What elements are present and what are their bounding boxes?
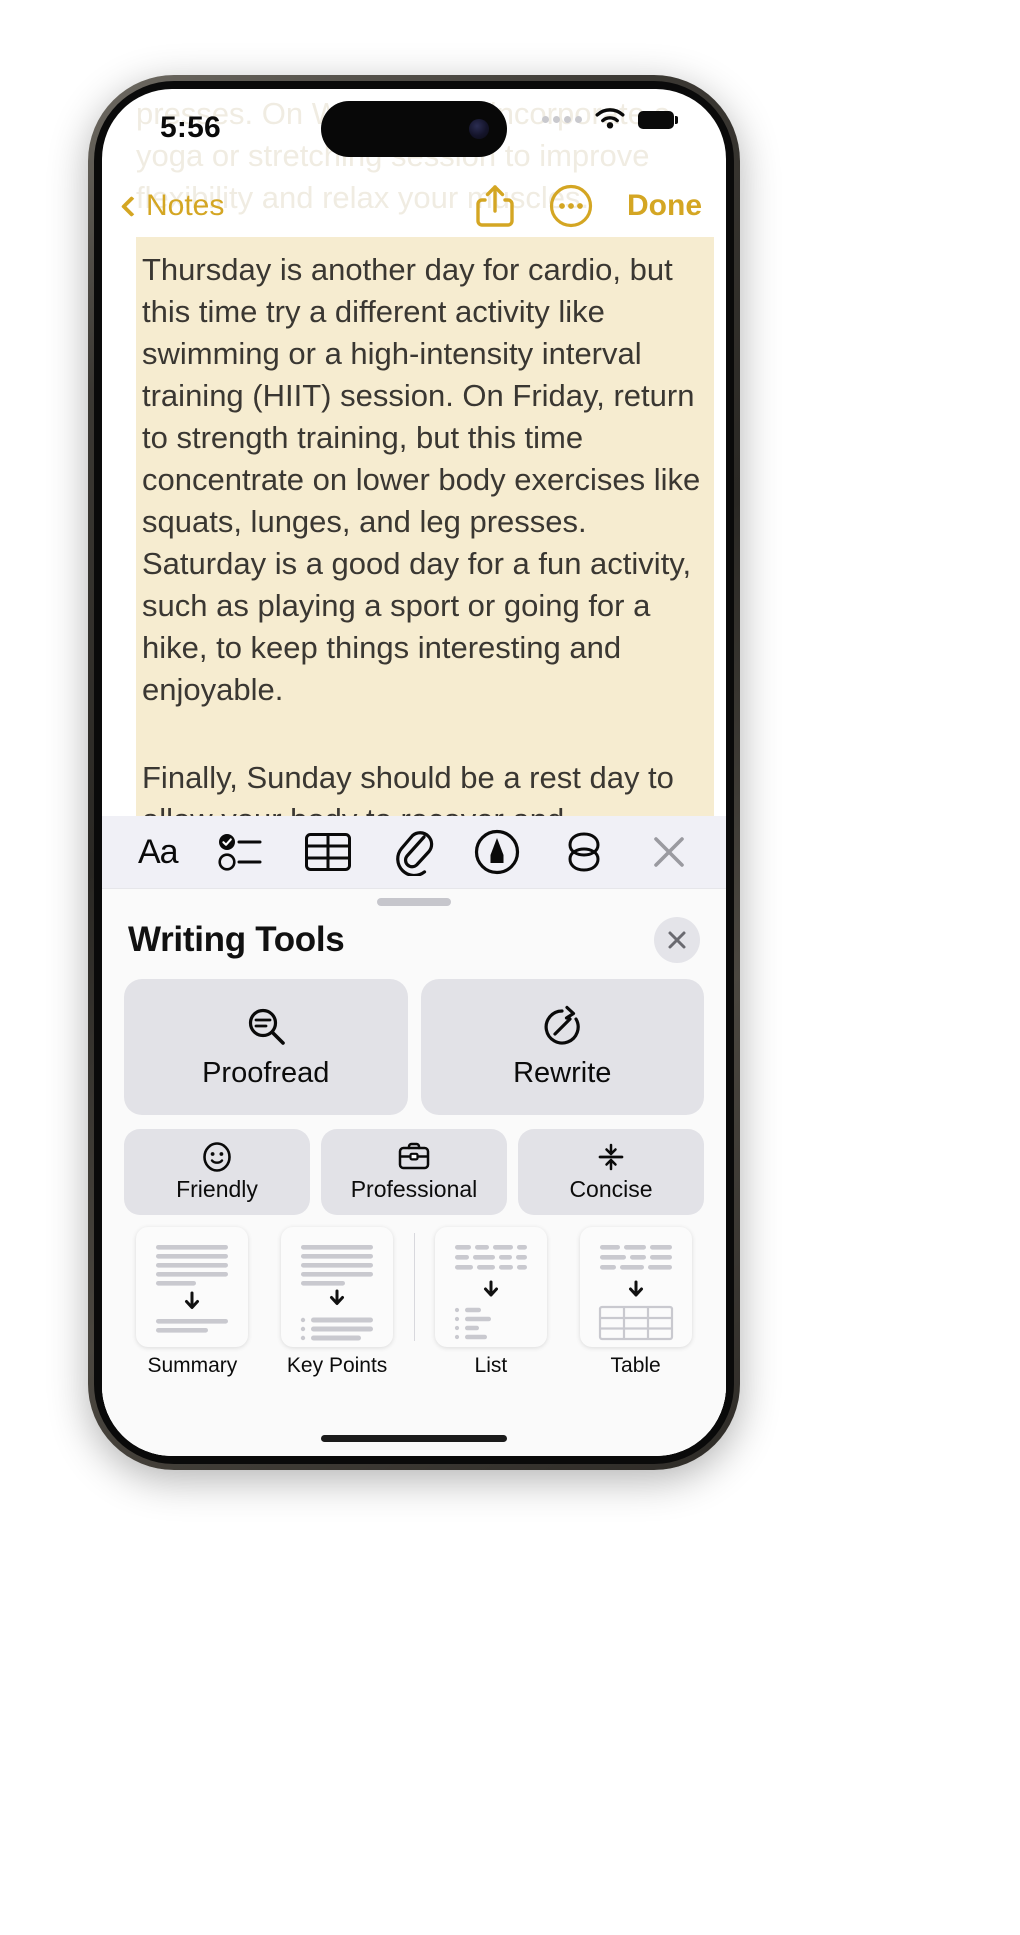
rewrite-button[interactable]: Rewrite <box>420 979 704 1115</box>
table-thumb-icon <box>579 1227 692 1347</box>
note-body[interactable]: Thursday is another day for cardio, but … <box>136 237 714 897</box>
primary-actions-row: Proofread Rewrite <box>102 963 726 1115</box>
list-button[interactable]: List <box>419 1227 564 1378</box>
ellipsis-circle-icon[interactable] <box>549 184 593 228</box>
concise-label: Concise <box>569 1176 653 1202</box>
summary-thumb-icon <box>136 1227 249 1347</box>
transform-actions-row: Summary Key Points List Table <box>102 1215 726 1378</box>
professional-button[interactable]: Professional <box>321 1129 507 1215</box>
thumbs-divider <box>413 1233 415 1341</box>
format-toolbar: Aa <box>102 816 726 888</box>
list-thumb-icon <box>434 1227 547 1347</box>
key-points-thumb-icon <box>281 1227 394 1347</box>
writing-tools-sheet: Writing Tools Proofread Rewrite Friendly… <box>102 888 726 1456</box>
proofread-label: Proofread <box>202 1056 330 1089</box>
format-text-button[interactable]: Aa <box>138 832 179 872</box>
friendly-button[interactable]: Friendly <box>124 1129 310 1215</box>
done-button[interactable]: Done <box>627 189 702 223</box>
phone-screen: presses. On Wednesday, incorporate a yog… <box>102 89 726 1456</box>
tone-actions-row: Friendly Professional Concise <box>102 1115 726 1215</box>
back-label: Notes <box>146 189 225 222</box>
pen-circle-icon[interactable] <box>474 829 520 875</box>
sheet-drag-handle[interactable] <box>377 898 451 906</box>
share-up-icon[interactable] <box>475 183 515 229</box>
summary-label: Summary <box>147 1354 238 1377</box>
note-blank-line <box>136 713 714 755</box>
table-icon[interactable] <box>304 831 352 873</box>
home-indicator[interactable] <box>321 1435 507 1442</box>
checklist-icon[interactable] <box>218 831 264 873</box>
magnifier-lines-icon <box>248 1008 285 1045</box>
rewrite-label: Rewrite <box>513 1056 612 1089</box>
compress-arrows-icon <box>598 1143 624 1171</box>
key-points-label: Key Points <box>286 1354 388 1377</box>
aa-text-icon: Aa <box>138 832 179 871</box>
concise-button[interactable]: Concise <box>518 1129 704 1215</box>
navigation-bar: Notes Done <box>102 175 726 237</box>
smiley-face-icon <box>203 1142 231 1172</box>
phone-frame: presses. On Wednesday, incorporate a yog… <box>88 75 740 1470</box>
apple-intelligence-knot-icon[interactable] <box>560 828 608 876</box>
close-sheet-button[interactable] <box>654 917 700 963</box>
screenshot-stage: presses. On Wednesday, incorporate a yog… <box>0 0 1020 1935</box>
rewrite-circle-arrow-icon <box>544 1005 580 1045</box>
back-to-notes-button[interactable]: Notes <box>120 189 225 223</box>
paperclip-icon[interactable] <box>392 828 434 876</box>
professional-label: Professional <box>350 1176 478 1202</box>
summary-button[interactable]: Summary <box>120 1227 265 1378</box>
proofread-button[interactable]: Proofread <box>124 979 408 1115</box>
key-points-button[interactable]: Key Points <box>265 1227 410 1378</box>
list-label: List <box>474 1354 508 1377</box>
briefcase-icon <box>398 1142 430 1170</box>
friendly-label: Friendly <box>176 1176 258 1202</box>
close-x-icon[interactable] <box>648 831 690 873</box>
chevron-left-icon <box>120 195 143 217</box>
note-paragraph[interactable]: Thursday is another day for cardio, but … <box>136 237 714 713</box>
table-button[interactable]: Table <box>563 1227 708 1378</box>
table-label: Table <box>610 1354 661 1377</box>
page-title: Writing Tools <box>128 920 345 959</box>
close-x-icon <box>668 931 686 949</box>
